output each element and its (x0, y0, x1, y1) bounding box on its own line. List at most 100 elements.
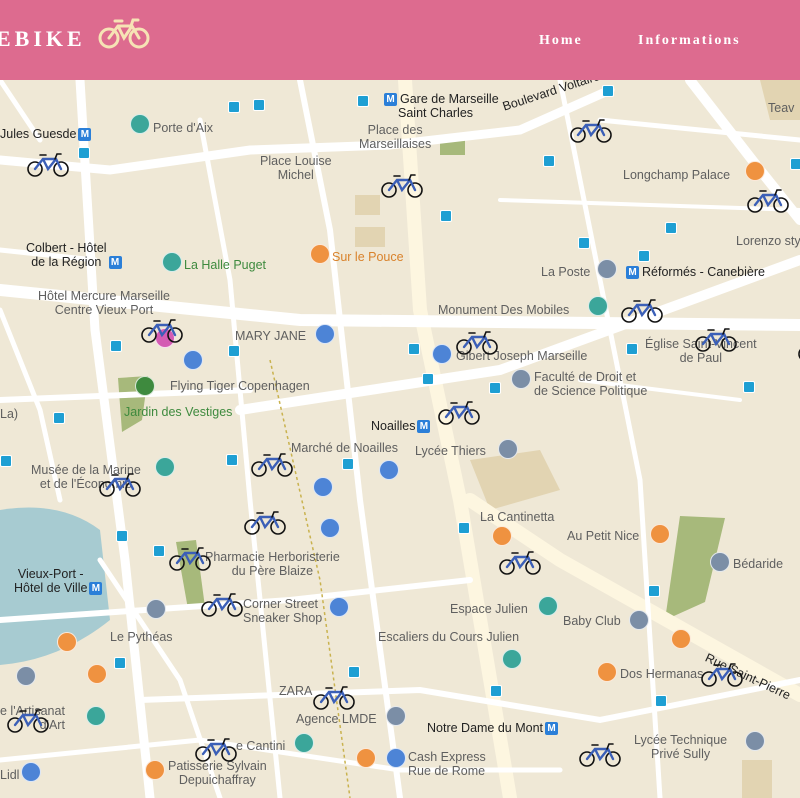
bike-station-icon[interactable] (620, 296, 664, 324)
label-marche: Marché de Noailles (291, 441, 398, 455)
bike-station-icon[interactable] (437, 398, 481, 426)
place-pin-icon[interactable] (386, 706, 406, 726)
shopping-bag-icon[interactable] (313, 477, 333, 497)
label-lorenzo: Lorenzo styl (736, 234, 800, 248)
bike-station-icon[interactable] (498, 548, 542, 576)
cafe-icon[interactable] (356, 748, 376, 768)
bus-stop-icon (490, 685, 502, 697)
restaurant-icon[interactable] (57, 632, 77, 652)
label-jardin: Jardin des Vestiges (124, 405, 233, 419)
bus-stop-icon (648, 585, 660, 597)
shopping-bag-icon[interactable] (386, 748, 406, 768)
map-view[interactable]: Jules Guesde M Porte d'Aix M Gare de Marse… (0, 80, 800, 798)
restaurant-icon[interactable] (745, 161, 765, 181)
label-jules-guesde: Jules Guesde M (0, 127, 92, 142)
shopping-bag-icon[interactable] (329, 597, 349, 617)
bus-stop-icon (228, 345, 240, 357)
school-icon[interactable] (498, 439, 518, 459)
monument-icon[interactable] (130, 114, 150, 134)
brand-name[interactable]: EBIKE (0, 26, 86, 52)
bus-stop-icon (655, 695, 667, 707)
bike-station-icon[interactable] (26, 150, 70, 178)
bus-stop-icon (602, 85, 614, 97)
bus-stop-icon (665, 222, 677, 234)
label-escaliers: Escaliers du Cours Julien (378, 630, 520, 644)
bus-stop-icon (114, 657, 126, 669)
bike-station-icon[interactable] (694, 325, 738, 353)
bike-station-icon[interactable] (578, 740, 622, 768)
label-flying-tiger: Flying Tiger Copenhagen (170, 379, 310, 393)
bus-stop-icon (638, 250, 650, 262)
music-icon[interactable] (538, 596, 558, 616)
label-le-pytheas: Le Pythéas (110, 630, 173, 644)
shopping-bag-icon[interactable] (320, 518, 340, 538)
photo-spot-icon[interactable] (588, 296, 608, 316)
cafe-icon[interactable] (650, 524, 670, 544)
bus-stop-icon (226, 454, 238, 466)
label-au-petit-nice: Au Petit Nice (567, 529, 640, 543)
bike-station-icon[interactable] (200, 590, 244, 618)
shopping-cart-icon[interactable] (21, 762, 41, 782)
bike-station-icon[interactable] (455, 328, 499, 356)
museum-icon[interactable] (294, 733, 314, 753)
bike-station-icon[interactable] (569, 116, 613, 144)
restaurant-icon[interactable] (492, 526, 512, 546)
restaurant-icon[interactable] (310, 244, 330, 264)
label-monument: Monument Des Mobiles (438, 303, 570, 317)
place-pin-icon[interactable] (629, 610, 649, 630)
bike-station-icon[interactable] (312, 683, 356, 711)
bus-stop-icon (578, 237, 590, 249)
place-pin-icon[interactable] (146, 599, 166, 619)
label-lycee-thiers: Lycée Thiers (415, 444, 486, 458)
bike-station-icon[interactable] (6, 706, 50, 734)
bike-station-icon[interactable] (700, 660, 744, 688)
label-place-marseillaises: Place des Marseillaises (359, 123, 432, 151)
mail-icon[interactable] (597, 259, 617, 279)
museum-icon[interactable] (155, 457, 175, 477)
school-icon[interactable] (745, 731, 765, 751)
museum-icon[interactable] (16, 666, 36, 686)
nav-informations[interactable]: Informations (638, 33, 741, 49)
bike-station-icon[interactable] (250, 450, 294, 478)
photo-spot-icon[interactable] (502, 649, 522, 669)
place-pin-icon[interactable] (511, 369, 531, 389)
label-bedaride: Bédaride (733, 557, 784, 571)
label-colbert: Colbert - Hôtel de la Région M (26, 241, 122, 270)
label-place-louise: Place Louise Michel (260, 154, 332, 182)
bus-stop-icon (790, 158, 800, 170)
bus-stop-icon (543, 155, 555, 167)
label-halle-puget: La Halle Puget (184, 258, 267, 272)
bike-station-icon[interactable] (194, 735, 238, 763)
label-notre-dame: Notre Dame du Mont M (427, 721, 559, 736)
tree-icon[interactable] (135, 376, 155, 396)
bus-stop-icon (228, 101, 240, 113)
restaurant-icon[interactable] (597, 662, 617, 682)
place-pin-icon[interactable] (710, 552, 730, 572)
restaurant-icon[interactable] (87, 664, 107, 684)
bus-stop-icon (53, 412, 65, 424)
bike-station-icon[interactable] (746, 186, 790, 214)
label-cash-express: Cash Express Rue de Rome (408, 750, 486, 778)
shopping-bag-icon[interactable] (315, 324, 335, 344)
bus-stop-icon (408, 343, 420, 355)
bike-station-icon[interactable] (380, 171, 424, 199)
restaurant-icon[interactable] (145, 760, 165, 780)
label-la-poste: La Poste (541, 265, 591, 279)
label-mary-jane: MARY JANE (235, 329, 307, 343)
museum-icon[interactable] (162, 252, 182, 272)
label-noailles: Noailles M (371, 419, 431, 434)
restaurant-icon[interactable] (671, 629, 691, 649)
bike-station-icon[interactable] (98, 470, 142, 498)
shopping-bag-icon[interactable] (183, 350, 203, 370)
nav-home[interactable]: Home (539, 33, 583, 49)
label-longchamp: Longchamp Palace (623, 168, 731, 182)
shopping-cart-icon[interactable] (379, 460, 399, 480)
bike-station-icon[interactable] (168, 544, 212, 572)
header-bar: EBIKE Home Informations (0, 0, 800, 80)
bike-station-icon[interactable] (243, 508, 287, 536)
bike-station-icon[interactable] (140, 316, 184, 344)
shopping-bag-icon[interactable] (432, 344, 452, 364)
bus-stop-icon (348, 666, 360, 678)
art-icon[interactable] (86, 706, 106, 726)
label-la: La) (0, 407, 19, 421)
